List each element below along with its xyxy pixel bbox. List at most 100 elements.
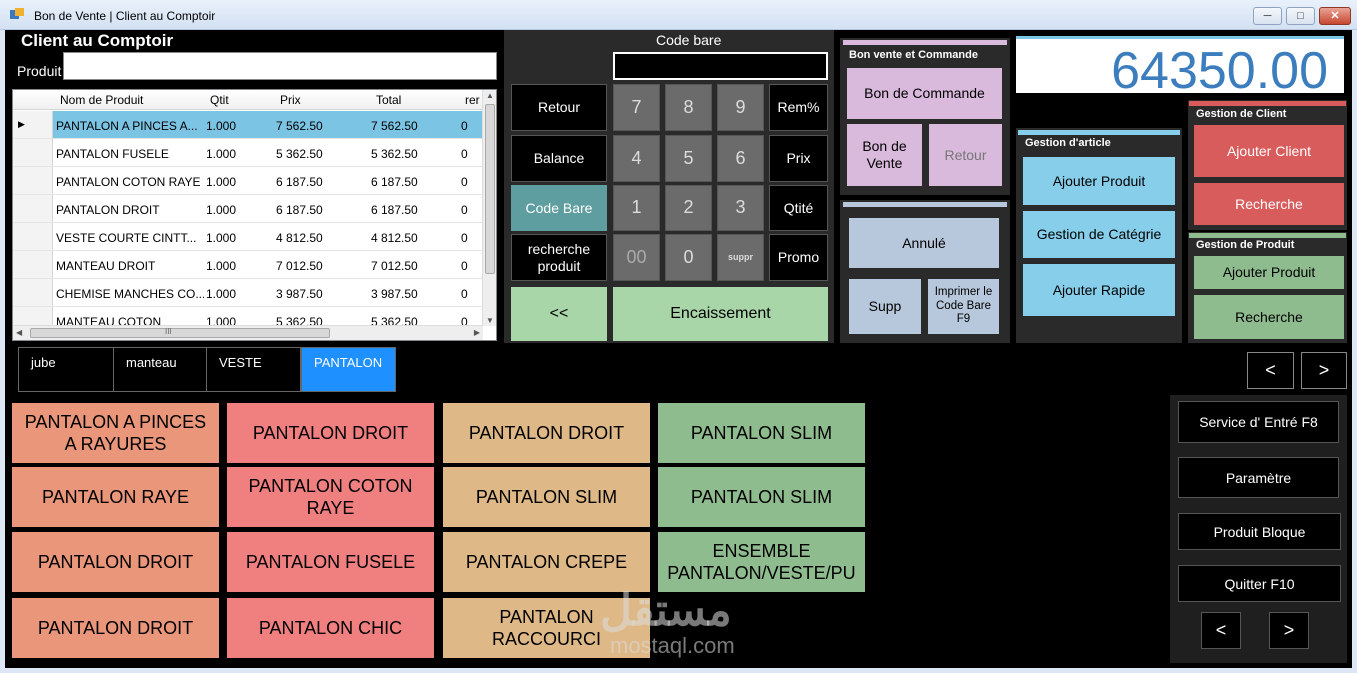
bon-commande-button[interactable]: Bon de Commande [847,68,1002,119]
service-entree-button[interactable]: Service d' Entré F8 [1178,401,1339,443]
bon-vente-button[interactable]: Bon de Vente [847,124,922,186]
retour-button[interactable]: Retour [511,84,607,131]
col-qty[interactable]: Qtit [210,93,229,107]
product-button[interactable]: PANTALON RAYE [12,467,219,527]
minimize-button[interactable]: ─ [1253,7,1282,25]
produit-bloque-button[interactable]: Produit Bloque [1178,513,1341,550]
row-header[interactable] [13,139,53,166]
category-prev-button[interactable]: < [1247,352,1294,389]
ajouter-rapide-button[interactable]: Ajouter Rapide [1023,264,1175,316]
maximize-button[interactable]: □ [1286,7,1315,25]
key-5[interactable]: 5 [665,135,712,182]
key-0[interactable]: 0 [665,234,712,281]
row-header[interactable]: ▶ [13,111,53,138]
ajouter-produit-article-button[interactable]: Ajouter Produit [1023,157,1175,205]
table-cell: 0 [461,231,468,245]
article-header: Gestion d'article [1025,137,1111,149]
tab-pantalon[interactable]: PANTALON [301,347,396,392]
recherche-client-button[interactable]: Recherche [1194,183,1344,225]
table-row[interactable]: MANTEAU DROIT 1.000 7 012.50 7 012.50 0 [13,251,483,279]
product-button[interactable]: PANTALON DROIT [443,403,650,463]
row-header[interactable] [13,195,53,222]
promo-button[interactable]: Promo [769,234,828,281]
table-row[interactable]: ▶ PANTALON A PINCES A... 1.000 7 562.50 7 56… [13,111,483,139]
key-00[interactable]: 00 [613,234,660,281]
col-total[interactable]: Total [376,93,401,107]
back-button[interactable]: << [511,287,607,341]
close-button[interactable]: ✕ [1319,7,1351,25]
grid-vscroll[interactable]: ▲ ▼ [482,90,496,326]
product-button[interactable]: PANTALON SLIM [443,467,650,527]
table-row[interactable]: VESTE COURTE CINTT... 1.000 4 812.50 4 812.… [13,223,483,251]
grid-hscroll[interactable]: ◀ III ▶ [13,325,483,340]
key-3[interactable]: 3 [717,185,764,231]
product-button[interactable]: PANTALON DROIT [12,598,219,658]
table-row[interactable]: CHEMISE MANCHES CO... 1.000 3 987.50 3 987.… [13,279,483,307]
key-9[interactable]: 9 [717,84,764,131]
product-input[interactable] [63,52,497,80]
row-header[interactable] [13,223,53,250]
sale-grid[interactable]: Nom de Produit Qtit Prix Total rer ▶ PANT… [12,89,497,341]
gestion-categorie-button[interactable]: Gestion de Catégrie [1023,211,1175,258]
encaissement-button[interactable]: Encaissement [613,287,828,341]
table-cell: 7 562.50 [276,119,323,133]
tab-jube[interactable]: jube [18,347,114,392]
product-button[interactable]: PANTALON DROIT [227,403,434,463]
table-row[interactable]: PANTALON COTON RAYE 1.000 6 187.50 6 187.50… [13,167,483,195]
table-cell: 0 [461,147,468,161]
key-7[interactable]: 7 [613,84,660,131]
parametre-button[interactable]: Paramètre [1178,457,1339,498]
table-cell: 1.000 [206,175,237,189]
category-next-button[interactable]: > [1301,352,1347,389]
imprimer-code-bare-button[interactable]: Imprimer le Code Bare F9 [928,279,999,334]
table-cell: 3 987.50 [276,287,323,301]
table-row[interactable]: PANTALON DROIT 1.000 6 187.50 6 187.50 0 [13,195,483,223]
code-bare-button[interactable]: Code Bare [511,185,607,231]
balance-button[interactable]: Balance [511,135,607,182]
prix-button[interactable]: Prix [769,135,828,182]
product-button[interactable]: PANTALON CREPE [443,532,650,592]
key-1[interactable]: 1 [613,185,660,231]
col-name[interactable]: Nom de Produit [60,93,143,107]
product-button[interactable]: PANTALON COTON RAYE [227,467,434,527]
recherche-produit-gestion-button[interactable]: Recherche [1194,295,1344,339]
tab-manteau[interactable]: manteau [113,347,207,392]
table-row[interactable]: PANTALON FUSELE 1.000 5 362.50 5 362.50 0 [13,139,483,167]
remise-button[interactable]: Rem% [769,84,828,131]
quantite-button[interactable]: Qtité [769,185,828,231]
product-button[interactable]: PANTALON SLIM [658,467,865,527]
tab-veste[interactable]: VESTE [206,347,301,392]
product-button[interactable]: PANTALON DROIT [12,532,219,592]
key-2[interactable]: 2 [665,185,712,231]
row-header[interactable] [13,251,53,278]
key-4[interactable]: 4 [613,135,660,182]
key-suppr[interactable]: suppr [717,234,764,281]
key-6[interactable]: 6 [717,135,764,182]
side-next-button[interactable]: > [1269,612,1309,649]
annule-button[interactable]: Annulé [849,218,999,268]
product-button[interactable]: PANTALON A PINCES A RAYURES [12,403,219,463]
col-rem[interactable]: rer [465,93,480,107]
table-cell: 4 812.50 [276,231,323,245]
product-button[interactable]: ENSEMBLE PANTALON/VESTE/PU [658,532,865,592]
bon-retour-button[interactable]: Retour [929,124,1002,186]
ajouter-produit-button[interactable]: Ajouter Produit [1194,256,1344,289]
row-header[interactable] [13,167,53,194]
recherche-produit-button[interactable]: recherche produit [511,234,607,281]
ajouter-client-button[interactable]: Ajouter Client [1194,125,1344,177]
side-prev-button[interactable]: < [1201,612,1241,649]
row-header[interactable] [13,279,53,306]
col-price[interactable]: Prix [280,93,301,107]
product-button[interactable]: PANTALON SLIM [658,403,865,463]
key-8[interactable]: 8 [665,84,712,131]
quitter-button[interactable]: Quitter F10 [1178,565,1341,602]
product-button[interactable]: PANTALON FUSELE [227,532,434,592]
table-cell: MANTEAU DROIT [56,259,156,273]
barcode-input[interactable] [613,52,828,80]
title-bar: Bon de Vente | Client au Comptoir ─ □ ✕ [0,0,1357,30]
supp-button[interactable]: Supp [849,279,921,334]
barcode-label: Code bare [656,32,722,48]
table-cell: 0 [461,119,468,133]
product-button[interactable]: PANTALON CHIC [227,598,434,658]
table-cell: 0 [461,175,468,189]
